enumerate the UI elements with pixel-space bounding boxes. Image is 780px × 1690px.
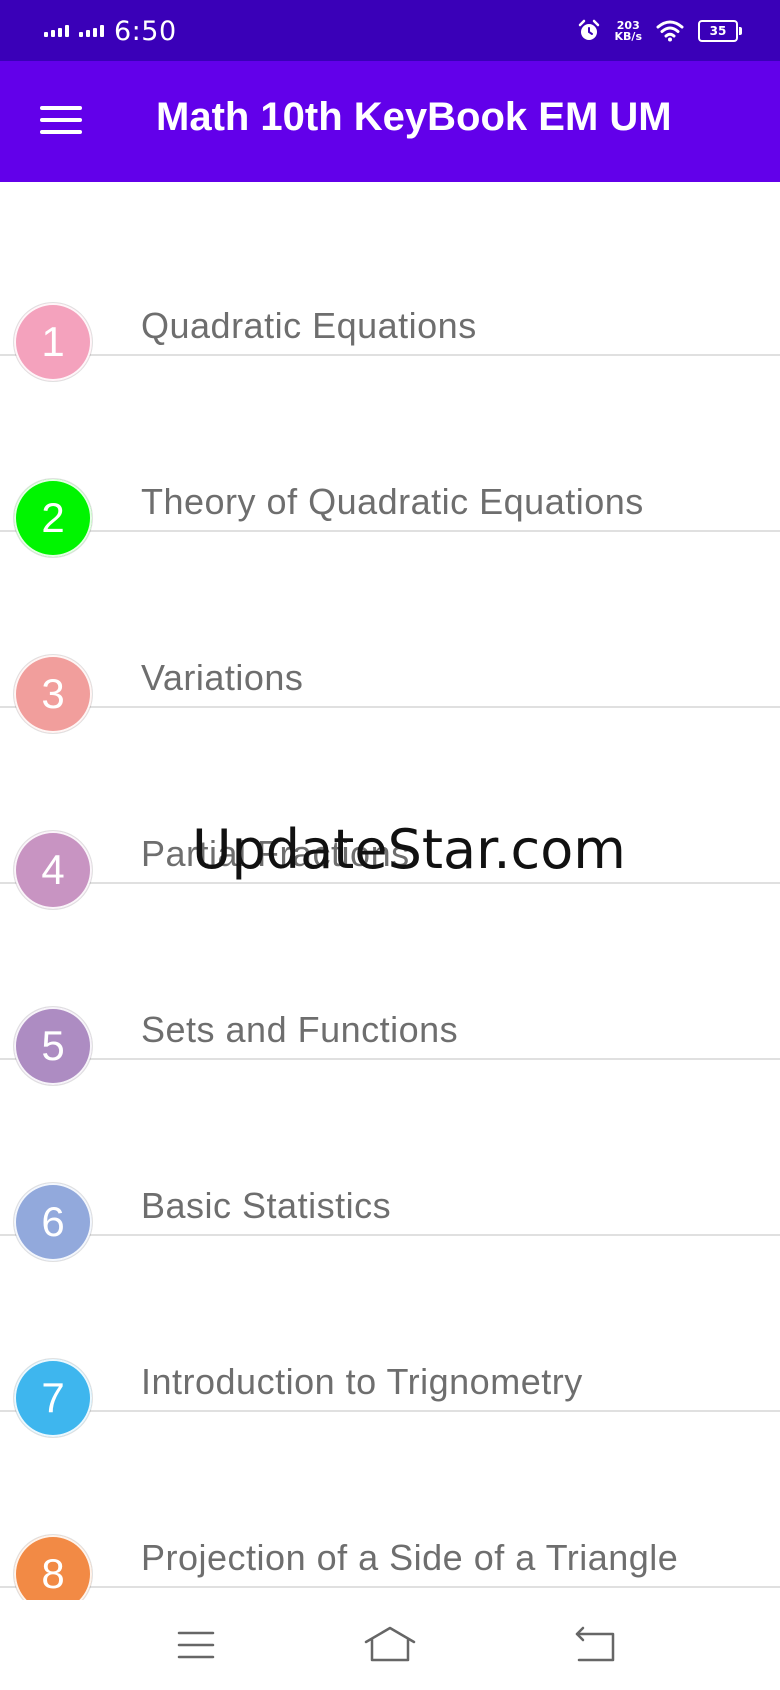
chapter-item-8[interactable]: 8 Projection of a Side of a Triangle bbox=[0, 1414, 780, 1600]
chapter-title: Introduction to Trignometry bbox=[141, 1361, 583, 1402]
chapter-item-3[interactable]: 3 Variations bbox=[0, 534, 780, 733]
chapter-title: Sets and Functions bbox=[141, 1009, 459, 1050]
chapter-title: Quadratic Equations bbox=[141, 305, 477, 346]
chapter-title: Variations bbox=[141, 657, 304, 698]
chapter-title: Partial Fractions bbox=[141, 833, 410, 874]
wifi-icon bbox=[656, 20, 684, 42]
chapter-item-4[interactable]: 4 Partial Fractions bbox=[0, 710, 780, 909]
chapter-item-2[interactable]: 2 Theory of Quadratic Equations bbox=[0, 358, 780, 557]
network-speed-unit: KB/s bbox=[614, 30, 642, 43]
battery-icon: 35 bbox=[698, 20, 742, 42]
status-left: 6:50 bbox=[44, 14, 177, 48]
chapter-item-5[interactable]: 5 Sets and Functions bbox=[0, 886, 780, 1085]
signal-strength-icon-1 bbox=[44, 25, 69, 37]
chapter-title: Projection of a Side of a Triangle bbox=[141, 1537, 679, 1578]
chapter-title: Basic Statistics bbox=[141, 1185, 392, 1226]
battery-level: 35 bbox=[709, 24, 727, 38]
network-speed: 203 KB/s bbox=[615, 20, 642, 42]
chapter-number-badge: 8 bbox=[14, 1535, 92, 1600]
status-bar: 6:50 203 KB/s 35 bbox=[0, 0, 780, 61]
status-time: 6:50 bbox=[114, 15, 177, 47]
chapter-item-7[interactable]: 7 Introduction to Trignometry bbox=[0, 1238, 780, 1437]
chapter-list[interactable]: 1 Quadratic Equations 2 Theory of Quadra… bbox=[0, 182, 780, 1600]
alarm-clock-icon bbox=[578, 19, 599, 40]
chapter-item-1[interactable]: 1 Quadratic Equations bbox=[0, 182, 780, 381]
recents-menu-icon[interactable] bbox=[166, 1620, 226, 1670]
app-bar: Math 10th KeyBook EM UM bbox=[0, 61, 780, 182]
signal-strength-icon-2 bbox=[79, 25, 104, 37]
status-right: 203 KB/s 35 bbox=[577, 14, 742, 48]
hamburger-menu-icon[interactable] bbox=[40, 106, 82, 138]
chapter-title: Theory of Quadratic Equations bbox=[141, 481, 644, 522]
system-nav-bar bbox=[0, 1600, 780, 1690]
back-icon[interactable] bbox=[565, 1620, 625, 1670]
chapter-item-6[interactable]: 6 Basic Statistics bbox=[0, 1062, 780, 1261]
home-icon[interactable] bbox=[360, 1620, 420, 1670]
app-title: Math 10th KeyBook EM UM bbox=[156, 95, 672, 139]
